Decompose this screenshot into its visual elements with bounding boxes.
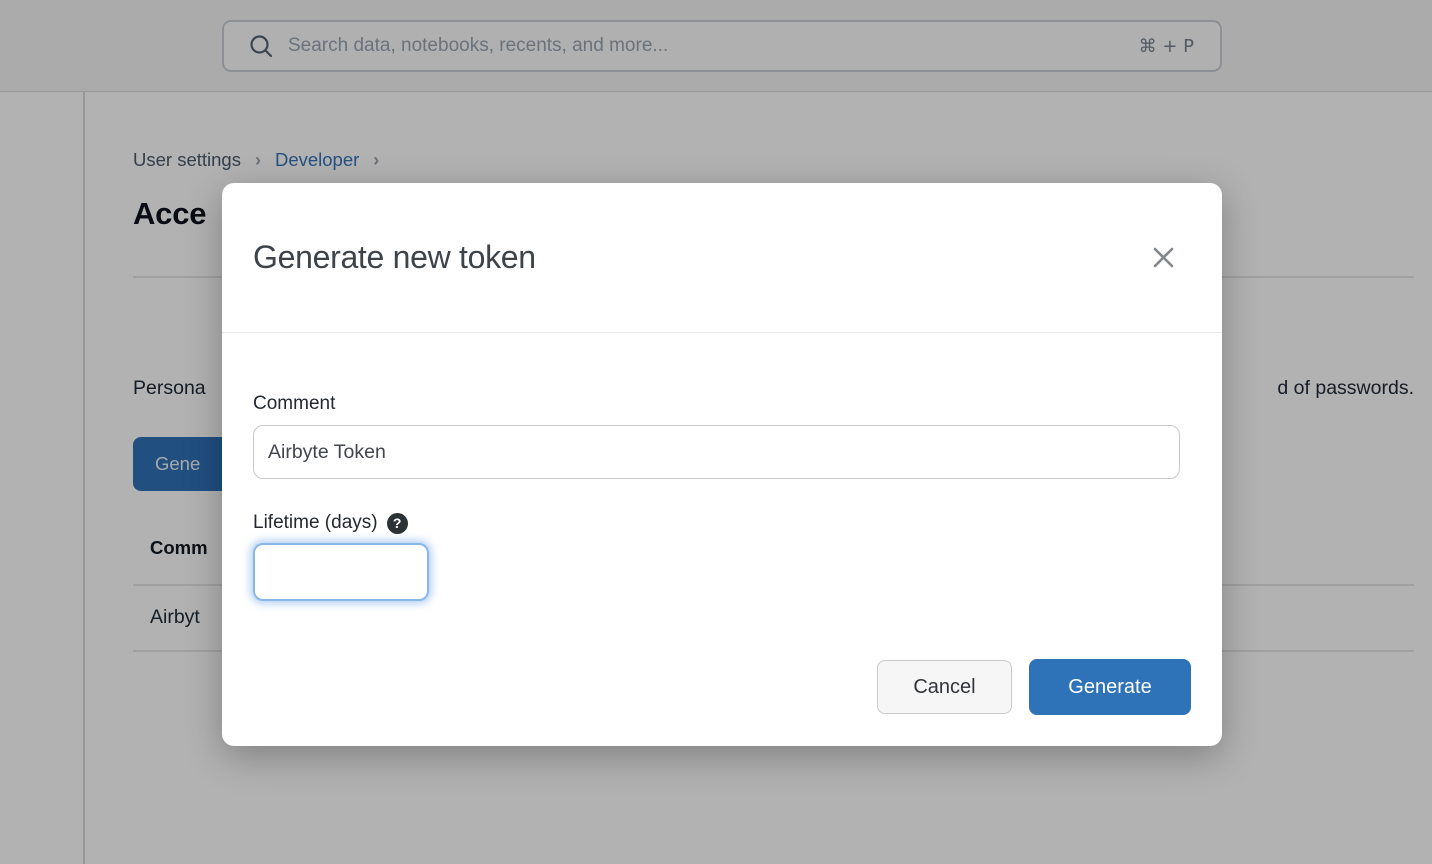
close-icon	[1152, 246, 1175, 269]
lifetime-label: Lifetime (days)	[253, 512, 378, 534]
help-icon[interactable]: ?	[387, 513, 408, 534]
dialog-title: Generate new token	[253, 239, 536, 276]
comment-label: Comment	[253, 393, 1191, 415]
generate-token-dialog: Generate new token Comment Lifetime (day…	[222, 183, 1222, 746]
dialog-header: Generate new token	[222, 183, 1222, 333]
comment-input[interactable]	[253, 425, 1180, 479]
dialog-footer: Cancel Generate	[877, 659, 1191, 715]
cancel-button[interactable]: Cancel	[877, 660, 1012, 714]
app-window: ⌘ + P User settings › Developer › Acce P…	[0, 0, 1432, 864]
generate-button[interactable]: Generate	[1029, 659, 1191, 715]
close-button[interactable]	[1148, 243, 1178, 273]
lifetime-days-input[interactable]	[253, 543, 429, 601]
dialog-body: Comment Lifetime (days) ?	[222, 393, 1222, 601]
lifetime-label-row: Lifetime (days) ?	[253, 512, 1191, 534]
